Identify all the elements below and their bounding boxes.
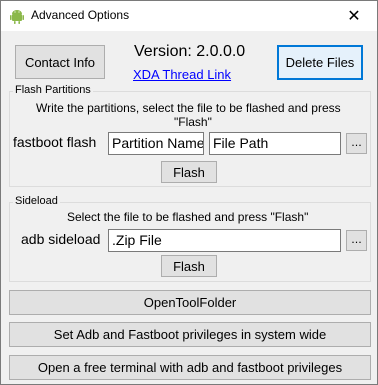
sideload-flash-button[interactable]: Flash	[161, 255, 217, 277]
delete-files-label: Delete Files	[285, 55, 355, 70]
advanced-options-window: Advanced Options ✕ Contact Info Version:…	[0, 0, 378, 385]
close-icon: ✕	[347, 6, 361, 25]
flash-instruction-line1: Write the partitions, select the file to…	[36, 101, 341, 115]
fastboot-browse-button[interactable]: ...	[346, 133, 367, 154]
contact-info-button[interactable]: Contact Info	[15, 45, 105, 79]
sideload-title: Sideload	[13, 195, 60, 207]
version-text: Version: 2.0.0.0	[134, 43, 246, 60]
sideload-flash-button-label: Flash	[173, 258, 205, 274]
android-icon	[10, 10, 24, 24]
open-tool-folder-label: OpenToolFolder	[143, 295, 237, 310]
partition-name-input[interactable]: Partition Name	[108, 132, 204, 155]
fastboot-flash-button-label: Flash	[173, 164, 205, 180]
set-privileges-label: Set Adb and Fastboot privileges in syste…	[53, 327, 327, 342]
xda-thread-link[interactable]: XDA Thread Link	[133, 67, 231, 82]
zip-file-input[interactable]: .Zip File	[108, 229, 341, 252]
flash-partitions-title: Flash Partitions	[13, 84, 93, 96]
flash-instruction-line2: "Flash"	[174, 115, 212, 129]
open-terminal-label: Open a free terminal with adb and fastbo…	[37, 360, 343, 375]
open-terminal-button[interactable]: Open a free terminal with adb and fastbo…	[9, 355, 371, 380]
window-title: Advanced Options	[31, 8, 130, 22]
title-bar[interactable]: Advanced Options ✕	[1, 1, 377, 31]
adb-sideload-label: adb sideload	[21, 231, 101, 247]
set-privileges-button[interactable]: Set Adb and Fastboot privileges in syste…	[9, 322, 371, 347]
fastboot-flash-label: fastboot flash	[13, 134, 97, 150]
sideload-browse-button[interactable]: ...	[346, 230, 367, 251]
delete-files-button[interactable]: Delete Files	[277, 45, 363, 80]
file-path-input[interactable]: File Path	[209, 132, 341, 155]
fastboot-flash-button[interactable]: Flash	[161, 161, 217, 183]
close-button[interactable]: ✕	[331, 1, 377, 31]
sideload-instruction: Select the file to be flashed and press …	[67, 210, 309, 224]
open-tool-folder-button[interactable]: OpenToolFolder	[9, 290, 371, 315]
contact-info-label: Contact Info	[24, 54, 96, 70]
